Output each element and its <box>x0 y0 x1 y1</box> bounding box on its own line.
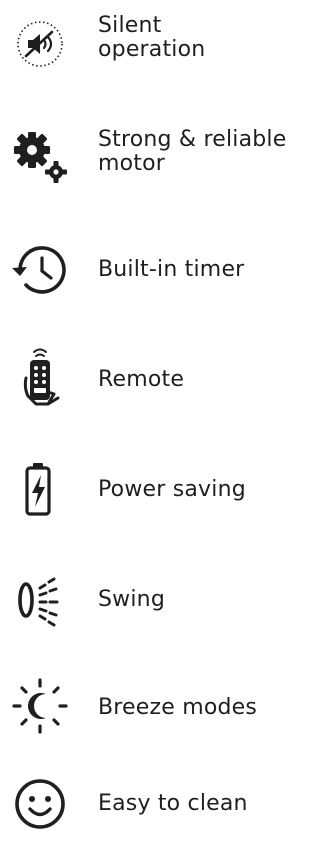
smiley-face-icon <box>4 768 76 840</box>
feature-label-line2: motor <box>98 151 166 176</box>
feature-label: Easy to clean <box>98 791 248 816</box>
feature-label: Swing <box>98 587 165 612</box>
feature-power-saving: Power saving <box>0 452 323 532</box>
feature-breeze-modes: Breeze modes <box>0 670 323 750</box>
gears-icon <box>4 120 76 192</box>
breeze-moon-icon <box>4 670 76 742</box>
feature-easy-to-clean: Easy to clean <box>0 768 323 848</box>
feature-silent-operation: Silent operation <box>0 8 323 88</box>
feature-strong-motor: Strong & reliable motor <box>0 118 323 198</box>
feature-label: Power saving <box>98 477 246 502</box>
remote-control-icon <box>4 342 76 414</box>
feature-built-in-timer: Built-in timer <box>0 232 323 312</box>
feature-list: Silent operation Strong & reliable motor… <box>0 0 323 840</box>
swing-icon <box>4 564 76 636</box>
feature-label-line2: operation <box>98 37 206 62</box>
silent-speaker-icon <box>4 8 76 80</box>
battery-power-icon <box>4 454 76 526</box>
feature-label-line1: Strong & reliable <box>98 127 287 152</box>
feature-remote: Remote <box>0 342 323 422</box>
feature-swing: Swing <box>0 562 323 642</box>
feature-label: Remote <box>98 367 185 392</box>
clock-timer-icon <box>4 234 76 306</box>
feature-label-line1: Silent <box>98 13 162 38</box>
feature-label: Breeze modes <box>98 695 258 720</box>
feature-label: Built-in timer <box>98 257 245 282</box>
